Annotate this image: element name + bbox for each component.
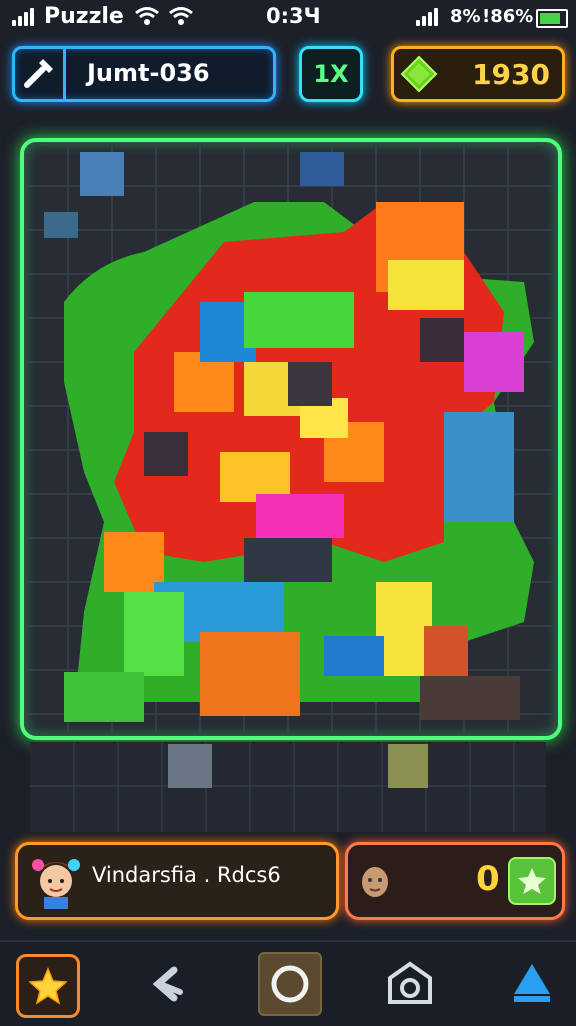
level-label: Jumt-036 (87, 59, 210, 87)
multiplier-label: 1X (313, 60, 349, 88)
gems-count: 1930 (472, 58, 550, 91)
score-value: 0 (476, 859, 500, 899)
puzzle-piece (420, 676, 520, 720)
puzzle-piece (144, 432, 188, 476)
battery-percent-b: !86% (482, 6, 534, 27)
wifi-icon (135, 7, 159, 25)
bottom-nav (0, 940, 576, 1026)
puzzle-board[interactable] (20, 138, 562, 740)
puzzle-piece (300, 152, 344, 186)
puzzle-piece (388, 260, 464, 310)
star-icon (28, 967, 68, 1005)
status-bar: Puzzle 0:3Ч 8% !86% (0, 0, 576, 36)
puzzle-piece (244, 292, 354, 348)
puzzle-piece (376, 582, 432, 676)
puzzle-piece (444, 412, 514, 522)
score-panel: 0 (345, 842, 565, 920)
avatar[interactable] (28, 851, 84, 911)
status-time: 0:3Ч (266, 4, 321, 28)
puzzle-piece (44, 212, 78, 238)
level-panel: Jumt-036 (12, 46, 276, 102)
puzzle-piece (324, 636, 384, 676)
puzzle-piece (200, 632, 300, 716)
battery-percent-a: 8% (450, 6, 481, 27)
up-triangle-icon[interactable] (510, 960, 554, 1006)
puzzle-piece (256, 494, 344, 538)
opponent-avatar (362, 867, 388, 897)
star-icon (518, 868, 546, 894)
puzzle-piece (464, 332, 524, 392)
puzzle-piece (64, 672, 144, 722)
gem-icon (400, 55, 438, 93)
back-arrow-icon[interactable] (144, 962, 188, 1006)
circle-button-icon (271, 965, 309, 1003)
tray-puzzle-piece (168, 744, 212, 788)
hammer-icon (24, 59, 53, 88)
puzzle-piece (244, 538, 332, 582)
piece-tray[interactable] (30, 742, 546, 832)
nav-home-button[interactable] (258, 952, 322, 1016)
nav-favorites-button[interactable] (16, 954, 80, 1018)
tray-puzzle-piece (388, 744, 428, 788)
battery-icon (536, 9, 568, 28)
gems-panel: 1930 (391, 46, 565, 102)
player-panel: Vindarsfia . Rdcs6 (15, 842, 339, 920)
cellular-signal-icon (12, 8, 34, 26)
puzzle-piece (80, 152, 124, 196)
camera-icon[interactable] (386, 960, 434, 1006)
multiplier-button[interactable]: 1X (299, 46, 363, 102)
piece-tray-grid (30, 742, 546, 832)
app-name: Puzzle (44, 4, 124, 29)
cellular-signal-icon-right (416, 8, 438, 26)
puzzle-piece (420, 318, 464, 362)
player-name: Vindarsfia . Rdcs6 (92, 863, 281, 887)
wifi-icon-secondary (169, 7, 193, 25)
puzzle-piece (124, 592, 184, 676)
edit-button[interactable] (15, 49, 66, 99)
puzzle-image[interactable] (24, 142, 558, 736)
star-bonus-button[interactable] (508, 857, 556, 905)
puzzle-piece (288, 362, 332, 406)
